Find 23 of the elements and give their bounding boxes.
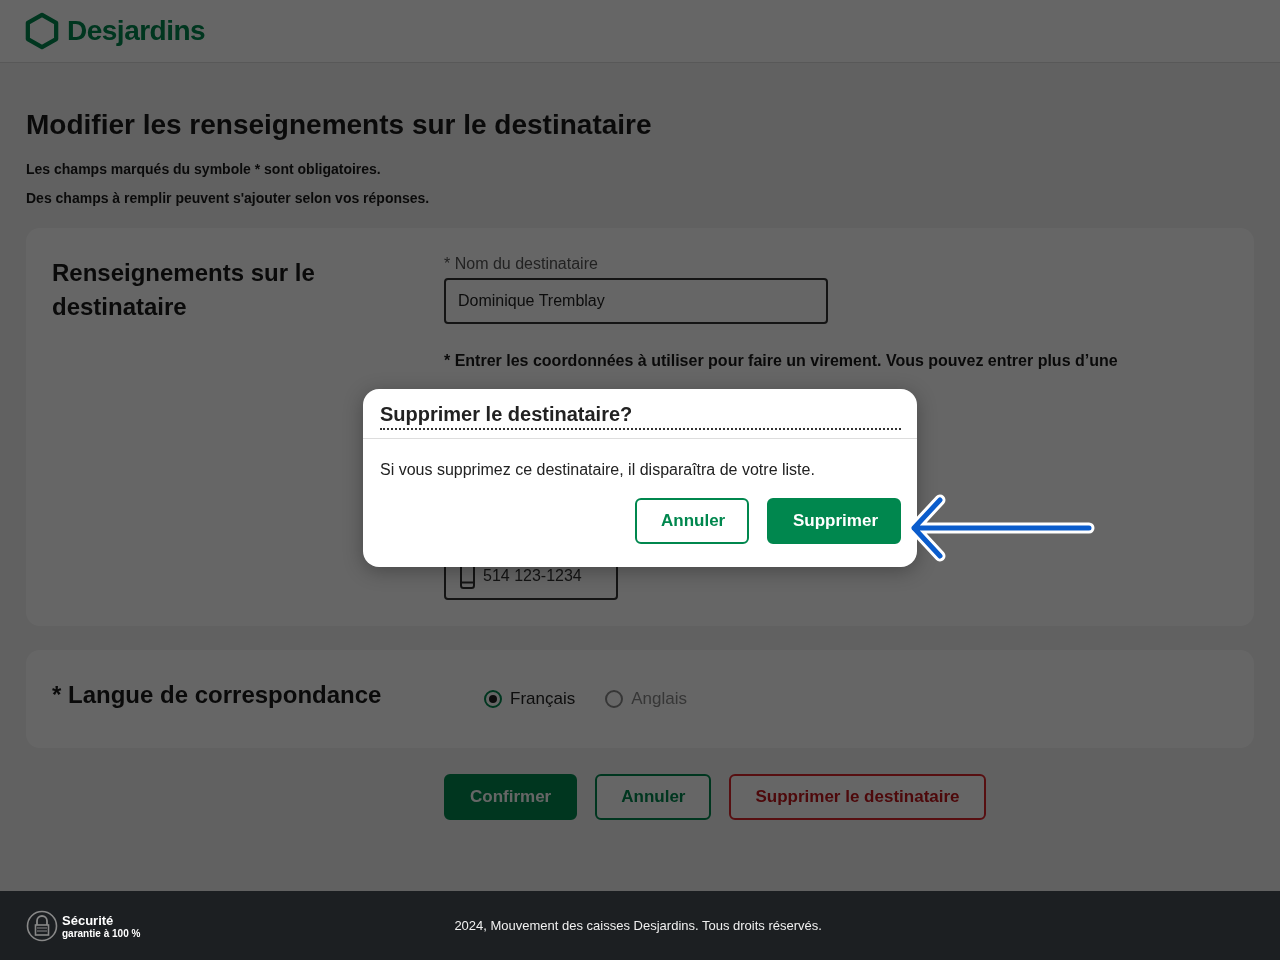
hexagon-logo-icon <box>25 12 59 50</box>
security-subtitle: garantie à 100 % <box>62 927 141 939</box>
action-button[interactable]: Annuler <box>595 774 712 820</box>
language-radio[interactable]: Français <box>484 689 576 709</box>
dialog-message: Si vous supprimez ce destinataire, il disparaîtra de votre liste. <box>380 461 816 479</box>
instruction-text: * Entrer les coordonnées à utiliser pour faire un virement. Vous pouvez entrer plus d’une <box>444 352 1118 370</box>
recipient-name-field[interactable]: Dominique Tremblay <box>444 278 828 324</box>
required-fields-note: Les champs marqués du symbole * sont obligatoires. <box>26 161 382 177</box>
dialog-title: Supprimer le destinataire? <box>380 403 901 430</box>
brand-name[interactable]: Desjardins <box>67 15 206 47</box>
security-title: Sécurité <box>62 912 115 928</box>
copyright-text: 2024, Mouvement des caisses Desjardins. Tous droits réservés. <box>454 918 822 933</box>
page-title: Modifier les renseignements sur le destinataire <box>26 109 653 141</box>
action-button[interactable]: Supprimer le destinataire <box>729 774 986 820</box>
phone-number: 514 123-1234 <box>483 567 582 585</box>
section-heading: * Langue de correspondance <box>52 680 383 710</box>
required-fields-note: Des champs à remplir peuvent s'ajouter selon vos réponses. <box>26 190 431 206</box>
action-button[interactable]: Confirmer <box>444 774 578 820</box>
section-heading: Renseignements sur le destinataire <box>52 258 316 322</box>
dialog-button[interactable]: Annuler <box>635 498 749 544</box>
dialog-button[interactable]: Supprimer <box>767 498 901 544</box>
padlock-icon <box>26 909 58 942</box>
field-label: * Nom du destinataire <box>444 255 598 273</box>
